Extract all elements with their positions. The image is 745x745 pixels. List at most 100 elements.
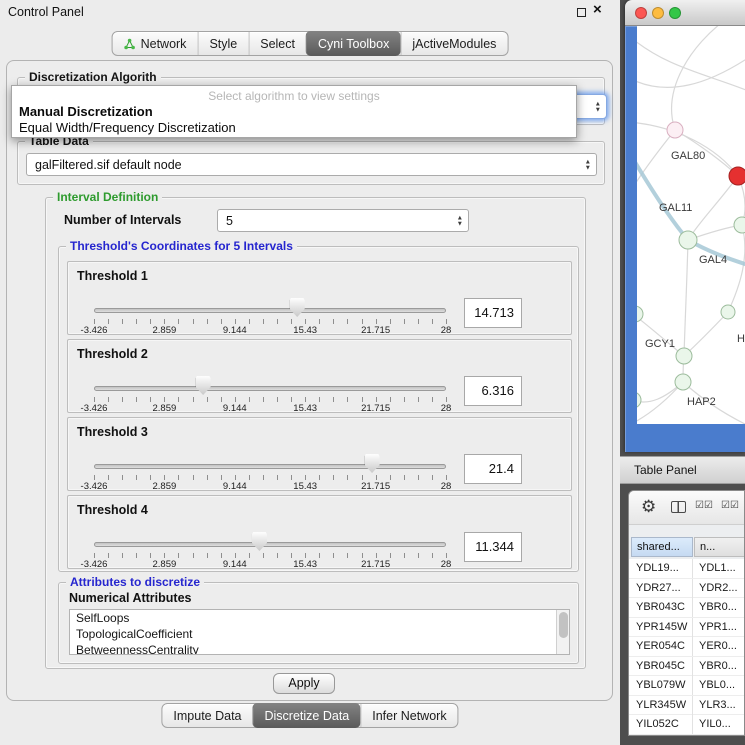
tab-select[interactable]: Select [248,32,306,55]
network-node[interactable] [676,348,692,364]
gear-icon[interactable]: ⚙ [641,497,656,517]
table-cell-shared-name[interactable]: YBL079W [631,676,693,695]
table-cell-shared-name[interactable]: YBR045C [631,657,693,676]
thresholds-group-title: Threshold's Coordinates for 5 Intervals [66,239,297,253]
table-row[interactable]: YER054CYER0... [629,637,744,657]
table-cell-name[interactable]: YPR1... [694,618,745,637]
scrollbar-thumb[interactable] [559,612,568,638]
attribute-list-item[interactable]: SelfLoops [70,610,569,626]
slider-tick-icon [108,397,109,402]
tab-network[interactable]: Network [113,32,198,55]
numerical-attributes-list[interactable]: SelfLoopsTopologicalCoefficientBetweenne… [69,609,570,655]
slider-track[interactable] [94,308,446,313]
slider-track[interactable] [94,542,446,547]
apply-button[interactable]: Apply [273,673,335,694]
minimize-traffic-light-icon[interactable] [652,7,664,19]
slider-thumb[interactable] [252,532,267,551]
slider-thumb[interactable] [365,454,380,473]
close-traffic-light-icon[interactable] [635,7,647,19]
tab-cyni-toolbox[interactable]: Cyni Toolbox [306,31,400,56]
table-cell-name[interactable]: YBR0... [694,598,745,617]
column-header-name[interactable]: n... [694,537,745,557]
zoom-traffic-light-icon[interactable] [669,7,681,19]
slider-thumb[interactable] [290,298,305,317]
threshold-value-field[interactable]: 6.316 [464,376,522,406]
network-canvas[interactable]: GAL80GAL11GAL4GCY1HAP2H [637,26,745,424]
attribute-list-item[interactable]: TopologicalCoefficient [70,626,569,642]
table-row[interactable]: YDR27...YDR2... [629,579,744,599]
table-row[interactable]: YDL19...YDL1... [629,559,744,579]
table-row[interactable]: YIL052CYIL0... [629,715,744,735]
table-row[interactable]: YPR145WYPR1... [629,618,744,638]
network-edge[interactable] [637,130,675,194]
float-window-icon[interactable] [577,8,586,17]
tab-style[interactable]: Style [197,32,248,55]
slider-thumb[interactable] [196,376,211,395]
table-cell-shared-name[interactable]: YLR345W [631,696,693,715]
select-all-checkboxes-icon[interactable]: ☑☑ [695,500,713,511]
table-cell-name[interactable]: YDL1... [694,559,745,578]
table-cell-shared-name[interactable]: YDR27... [631,579,693,598]
threshold-value-field[interactable]: 11.344 [464,532,522,562]
slider-tick-icon [390,553,391,558]
table-cell-name[interactable]: YBR0... [694,657,745,676]
table-cell-name[interactable]: YLR3... [694,696,745,715]
slider-tick-icon [136,475,137,480]
algorithm-option[interactable]: Equal Width/Frequency Discretization [17,120,571,136]
table-row[interactable]: YBR043CYBR0... [629,598,744,618]
table-cell-shared-name[interactable]: YDL19... [631,559,693,578]
tab-impute-data[interactable]: Impute Data [162,704,252,727]
network-node-selected[interactable] [729,167,745,185]
table-row[interactable]: YBR045CYBR0... [629,657,744,677]
table-cell-shared-name[interactable]: YBR043C [631,598,693,617]
table-cell-shared-name[interactable]: YIL052C [631,715,693,734]
algorithm-option[interactable]: Manual Discretization [17,104,571,120]
slider-tick-label: 9.144 [213,403,257,414]
columns-icon[interactable] [671,501,686,513]
combo-stepper-icon[interactable]: ▲ ▼ [457,215,463,226]
table-cell-name[interactable]: YER0... [694,637,745,656]
close-icon[interactable]: × [593,2,602,18]
tab-infer-network[interactable]: Infer Network [360,704,457,727]
tab-discretize-data[interactable]: Discretize Data [253,703,361,728]
tab-jactivemodules[interactable]: jActiveModules [400,32,507,55]
table-cell-name[interactable]: YIL0... [694,715,745,734]
threshold-value-field[interactable]: 14.713 [464,298,522,328]
network-edge[interactable] [684,240,688,356]
network-edge[interactable] [684,312,728,356]
table-cell-name[interactable]: YDR2... [694,579,745,598]
network-node[interactable] [637,392,641,408]
column-header-shared-name[interactable]: shared... [631,537,693,557]
list-scrollbar[interactable] [556,610,569,654]
slider-track[interactable] [94,464,446,469]
combo-stepper-icon[interactable]: ▲ ▼ [595,101,601,112]
network-edge[interactable] [637,122,738,176]
node-table-window: ⚙ ☑☑ ☑☑ shared... n... YDL19...YDL1...YD… [628,490,745,736]
numerical-attributes-label: Numerical Attributes [69,591,191,605]
table-row[interactable]: YLR345WYLR3... [629,696,744,716]
table-data-combobox[interactable]: galFiltered.sif default node ▲ ▼ [26,153,597,176]
table-cell-name[interactable]: YBL0... [694,676,745,695]
select-columns-checkboxes-icon[interactable]: ☑☑ [721,500,739,511]
network-node[interactable] [679,231,697,249]
network-node[interactable] [734,217,745,233]
network-edge[interactable] [637,56,745,87]
combo-stepper-icon[interactable]: ▲ ▼ [585,159,591,170]
network-node[interactable] [721,305,735,319]
threshold-value-field[interactable]: 21.4 [464,454,522,484]
network-node[interactable] [675,374,691,390]
table-cell-shared-name[interactable]: YER054C [631,637,693,656]
network-edge[interactable] [672,26,725,130]
attribute-list-item[interactable]: BetweennessCentrality [70,642,569,655]
network-edge[interactable] [728,225,745,312]
network-node[interactable] [667,122,683,138]
threshold-panel: Threshold 2-3.4262.8599.14415.4321.71528… [67,339,572,413]
network-window-titlebar[interactable] [625,0,745,26]
number-of-intervals-combobox[interactable]: 5 ▲ ▼ [217,209,469,232]
network-node[interactable] [637,306,643,322]
table-cell-shared-name[interactable]: YPR145W [631,618,693,637]
slider-track[interactable] [94,386,446,391]
network-edge[interactable] [688,176,738,240]
table-row[interactable]: YBL079WYBL0... [629,676,744,696]
network-edge[interactable] [637,152,688,240]
